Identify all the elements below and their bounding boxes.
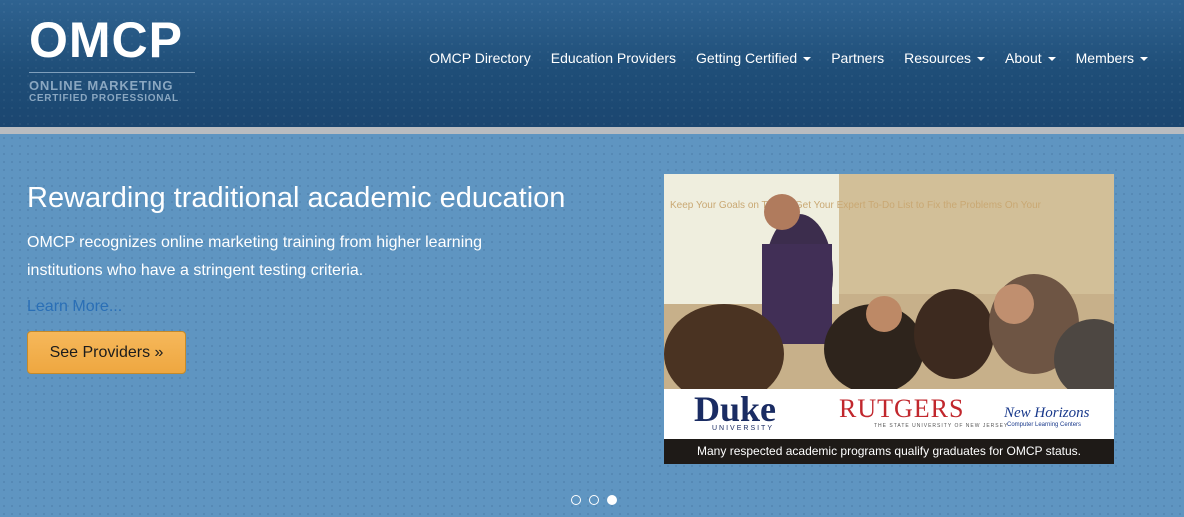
caret-down-icon [1047,57,1056,62]
header-divider [0,127,1184,134]
slide-caption: Many respected academic programs qualify… [664,439,1114,464]
site-header: OMCP ONLINE MARKETING CERTIFIED PROFESSI… [0,0,1184,127]
caret-down-icon [977,57,986,62]
omcp-logo[interactable]: OMCP ONLINE MARKETING CERTIFIED PROFESSI… [29,14,199,105]
duke-logo: Duke [694,389,777,429]
learn-more-link[interactable]: Learn More... [27,296,122,318]
duke-logo-sub: UNIVERSITY [712,425,775,432]
nav-item-getting-certified[interactable]: Getting Certified [686,49,821,67]
nav-item-label: Resources [904,50,972,66]
carousel-dot-1[interactable] [571,495,581,505]
projector-screen-text: Keep Your Goals on Target! Get Your Expe… [670,200,1042,211]
nav-item-label: OMCP Directory [429,50,531,66]
logo-wordmark: OMCP [29,12,183,68]
rutgers-logo-sub: THE STATE UNIVERSITY OF NEW JERSEY [874,423,1009,429]
logo-divider [29,72,195,73]
carousel-dot-3[interactable] [607,495,617,505]
rutgers-logo: RUTGERS [839,394,965,423]
slide-image: Keep Your Goals on Target! Get Your Expe… [664,174,1114,464]
carousel-dot-2[interactable] [589,495,599,505]
caret-down-icon [803,57,812,62]
main-nav: OMCP Directory Education Providers Getti… [419,49,1158,67]
nav-item-partners[interactable]: Partners [821,49,894,67]
nav-item-label: About [1005,50,1042,66]
nav-item-label: Getting Certified [696,50,798,66]
hero-description: OMCP recognizes online marketing trainin… [27,234,483,279]
nav-item-omcp-directory[interactable]: OMCP Directory [419,49,541,67]
see-providers-button[interactable]: See Providers » [27,331,186,374]
carousel-indicators [571,495,617,505]
nav-item-label: Education Providers [550,50,677,66]
caret-down-icon [1140,57,1148,62]
new-horizons-logo: New Horizons [1004,405,1090,421]
partner-logos: Duke UNIVERSITY RUTGERS THE STATE UNIVER… [664,389,1114,439]
nav-item-label: Partners [831,50,885,66]
classroom-photo: Keep Your Goals on Target! Get Your Expe… [664,174,1114,404]
hero-title: Rewarding traditional academic education [27,182,566,214]
nav-item-about[interactable]: About [995,49,1066,67]
new-horizons-logo-sub: Computer Learning Centers [1007,422,1082,428]
nav-item-label: Members [1075,50,1134,66]
nav-item-resources[interactable]: Resources [894,49,995,67]
logo-tagline-2: CERTIFIED PROFESSIONAL [29,93,179,104]
nav-item-members[interactable]: Members [1066,49,1158,67]
logo-tagline-1: ONLINE MARKETING [29,78,174,93]
nav-item-education-providers[interactable]: Education Providers [541,49,686,67]
